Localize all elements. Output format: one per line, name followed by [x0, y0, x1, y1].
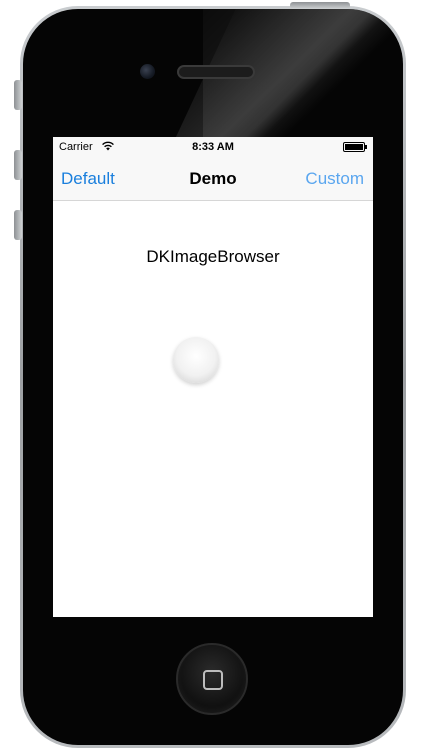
- content-title: DKImageBrowser: [146, 247, 280, 266]
- status-bar: Carrier 8:33 AM: [53, 137, 373, 157]
- touch-indicator: [173, 337, 219, 383]
- home-square-icon: [203, 670, 223, 690]
- front-camera-icon: [140, 64, 155, 79]
- volume-down-button: [14, 210, 22, 240]
- mute-switch: [14, 80, 22, 110]
- home-button[interactable]: [176, 643, 248, 715]
- device-screen: Carrier 8:33 AM Default Demo Custom DKIm…: [53, 137, 373, 617]
- navigation-bar: Default Demo Custom: [53, 157, 373, 201]
- power-button: [290, 2, 350, 9]
- custom-button[interactable]: Custom: [305, 169, 364, 189]
- battery-icon: [343, 142, 367, 152]
- status-time: 8:33 AM: [192, 141, 234, 153]
- earpiece-speaker: [177, 65, 255, 79]
- volume-up-button: [14, 150, 22, 180]
